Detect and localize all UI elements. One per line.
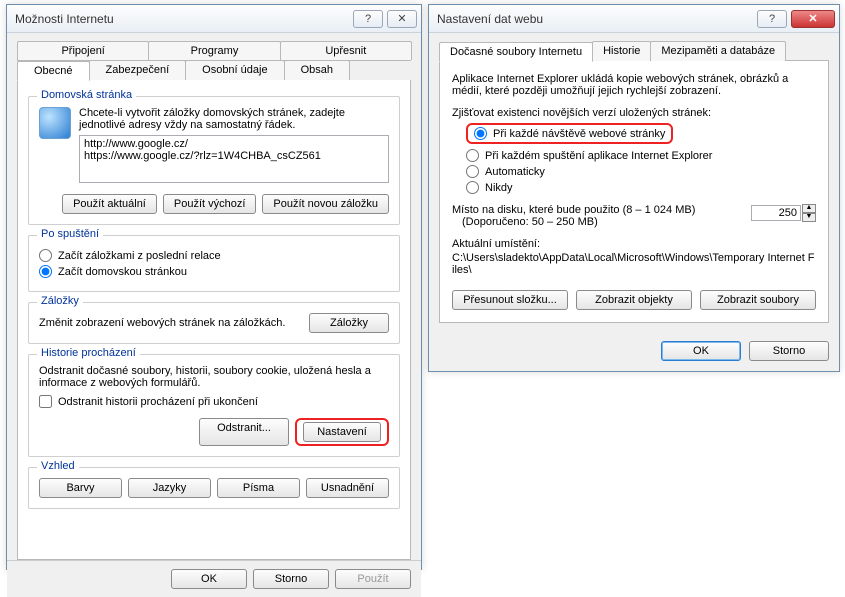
check-newer-label: Zjišťovat existenci novějších verzí ulož…	[452, 107, 816, 119]
homepage-hint: Chcete-li vytvořit záložky domovských st…	[79, 107, 345, 131]
spinner-down[interactable]: ▼	[802, 213, 816, 222]
tab-privacy[interactable]: Osobní údaje	[185, 60, 284, 80]
history-text: Odstranit dočasné soubory, historii, sou…	[39, 365, 389, 389]
location-label: Aktuální umístění:	[452, 238, 816, 250]
tab-general[interactable]: Obecné	[17, 61, 90, 81]
ok-button[interactable]: OK	[171, 569, 247, 589]
tab-security[interactable]: Zabezpečení	[89, 60, 187, 80]
ok-button[interactable]: OK	[661, 341, 741, 361]
tab-connections[interactable]: Připojení	[17, 41, 149, 60]
spinner-up[interactable]: ▲	[802, 204, 816, 213]
view-objects-button[interactable]: Zobrazit objekty	[576, 290, 692, 310]
appearance-group: Vzhled Barvy Jazyky Písma Usnadnění	[28, 467, 400, 509]
history-delete-on-exit-checkbox[interactable]	[39, 395, 52, 408]
disk-space-spinner[interactable]: ▲ ▼	[751, 204, 816, 222]
disk-space-hint: (Doporučeno: 50 – 250 MB)	[452, 216, 751, 228]
auto-label: Automaticky	[485, 166, 545, 178]
tabs-row-1: Připojení Programy Upřesnit	[17, 41, 411, 61]
tab-advanced[interactable]: Upřesnit	[280, 41, 412, 60]
use-default-button[interactable]: Použít výchozí	[163, 194, 257, 214]
tab-temp-files[interactable]: Dočasné soubory Internetu	[439, 42, 593, 62]
every-visit-label: Při každé návštěvě webové stránky	[493, 128, 665, 140]
internet-options-dialog: Možnosti Internetu ? ✕ Připojení Program…	[6, 4, 422, 570]
cancel-button[interactable]: Storno	[749, 341, 829, 361]
startup-title: Po spuštění	[37, 228, 103, 240]
location-path: C:\Users\sladekto\AppData\Local\Microsof…	[452, 252, 816, 276]
view-files-button[interactable]: Zobrazit soubory	[700, 290, 816, 310]
every-visit-radio[interactable]	[474, 127, 487, 140]
description-text: Aplikace Internet Explorer ukládá kopie …	[452, 73, 816, 97]
disk-space-label: Místo na disku, které bude použito (8 – …	[452, 204, 751, 216]
tab-content[interactable]: Obsah	[284, 60, 350, 80]
homepage-urls[interactable]	[79, 135, 389, 183]
settings-highlight: Nastavení	[295, 418, 389, 446]
tab-panel: Aplikace Internet Explorer ukládá kopie …	[439, 60, 829, 323]
appearance-title: Vzhled	[37, 460, 79, 472]
use-newtab-button[interactable]: Použít novou záložku	[262, 194, 389, 214]
startup-home-radio[interactable]	[39, 265, 52, 278]
titlebar: Možnosti Internetu ? ✕	[7, 5, 421, 33]
auto-radio[interactable]	[466, 165, 479, 178]
tabs-group-title: Záložky	[37, 295, 83, 307]
window-title: Nastavení dat webu	[437, 12, 757, 26]
history-title: Historie procházení	[37, 347, 140, 359]
startup-tabs-label: Začít záložkami z poslední relace	[58, 250, 221, 262]
apply-button[interactable]: Použít	[335, 569, 411, 589]
history-group: Historie procházení Odstranit dočasné so…	[28, 354, 400, 457]
colors-button[interactable]: Barvy	[39, 478, 122, 498]
history-delete-on-exit-label: Odstranit historii procházení při ukonče…	[58, 396, 258, 408]
languages-button[interactable]: Jazyky	[128, 478, 211, 498]
dialog-buttons: OK Storno	[429, 331, 839, 371]
globe-icon	[39, 107, 71, 139]
close-button[interactable]: ✕	[387, 10, 417, 28]
titlebar: Nastavení dat webu ? ✕	[429, 5, 839, 33]
tabs-row: Dočasné soubory Internetu Historie Mezip…	[439, 41, 829, 61]
tab-programs[interactable]: Programy	[148, 41, 280, 60]
homepage-title: Domovská stránka	[37, 89, 136, 101]
cancel-button[interactable]: Storno	[253, 569, 329, 589]
accessibility-button[interactable]: Usnadnění	[306, 478, 389, 498]
homepage-group: Domovská stránka Chcete-li vytvořit zálo…	[28, 96, 400, 225]
never-radio[interactable]	[466, 181, 479, 194]
close-button[interactable]: ✕	[791, 10, 835, 28]
tabs-group-text: Změnit zobrazení webových stránek na zál…	[39, 317, 299, 329]
delete-history-button[interactable]: Odstranit...	[199, 418, 289, 446]
startup-home-label: Začít domovskou stránkou	[58, 266, 187, 278]
move-folder-button[interactable]: Přesunout složku...	[452, 290, 568, 310]
every-visit-highlight: Při každé návštěvě webové stránky	[466, 123, 673, 144]
tabs-button[interactable]: Záložky	[309, 313, 389, 333]
help-button[interactable]: ?	[353, 10, 383, 28]
disk-space-input[interactable]	[751, 205, 801, 221]
tab-caches[interactable]: Mezipaměti a databáze	[650, 41, 786, 61]
every-start-label: Při každém spuštění aplikace Internet Ex…	[485, 150, 712, 162]
tabs-group: Záložky Změnit zobrazení webových stráne…	[28, 302, 400, 344]
web-data-settings-dialog: Nastavení dat webu ? ✕ Dočasné soubory I…	[428, 4, 840, 372]
startup-tabs-radio[interactable]	[39, 249, 52, 262]
startup-group: Po spuštění Začít záložkami z poslední r…	[28, 235, 400, 292]
tabs-row-2: Obecné Zabezpečení Osobní údaje Obsah	[17, 60, 411, 81]
help-button[interactable]: ?	[757, 10, 787, 28]
fonts-button[interactable]: Písma	[217, 478, 300, 498]
every-start-radio[interactable]	[466, 149, 479, 162]
use-current-button[interactable]: Použít aktuální	[62, 194, 157, 214]
window-title: Možnosti Internetu	[15, 12, 353, 26]
tab-history[interactable]: Historie	[592, 41, 651, 61]
history-settings-button[interactable]: Nastavení	[303, 422, 381, 442]
never-label: Nikdy	[485, 182, 513, 194]
